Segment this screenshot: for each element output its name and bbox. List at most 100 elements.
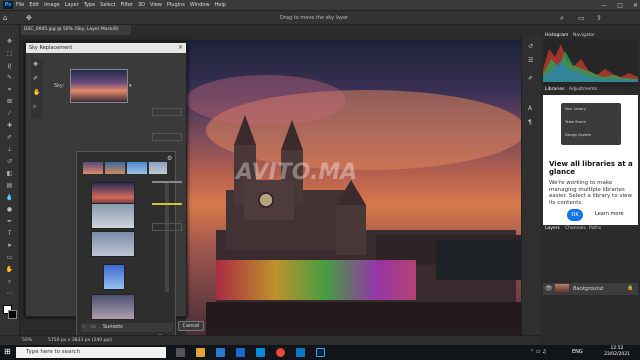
sky-preset[interactable]	[91, 203, 135, 229]
cancel-button[interactable]: Cancel	[178, 321, 204, 331]
sky-preset[interactable]	[103, 264, 125, 290]
pen-icon[interactable]: ✒	[4, 217, 15, 226]
menu-help[interactable]: Help	[215, 2, 226, 8]
sky-brush-icon[interactable]: ✐	[33, 75, 38, 82]
properties-icon[interactable]: ☰	[528, 57, 533, 64]
learn-more-link[interactable]: Learn more	[595, 211, 624, 217]
dodge-icon[interactable]: ●	[4, 205, 15, 214]
setting-field[interactable]	[152, 108, 182, 116]
dialog-close-icon[interactable]: ×	[178, 44, 183, 51]
chevron-right-icon[interactable]: ›	[83, 324, 85, 330]
sky-preset[interactable]	[91, 294, 135, 320]
setting-slider[interactable]	[152, 203, 182, 205]
zoom-icon[interactable]: ⌕	[33, 103, 36, 111]
background-color-swatch[interactable]	[8, 310, 17, 319]
stamp-icon[interactable]: ⊥	[4, 145, 15, 154]
folder-row[interactable]: › ▭ Sunsets	[81, 323, 173, 332]
zoom-icon[interactable]: ⌕	[4, 277, 15, 286]
menu-plugins[interactable]: Plugins	[167, 2, 185, 8]
gradient-icon[interactable]: ▤	[4, 181, 15, 190]
sky-preset[interactable]	[91, 231, 135, 257]
system-clock[interactable]: 12:52 23/02/2021	[604, 346, 630, 358]
edge-icon[interactable]	[236, 348, 245, 357]
menu-image[interactable]: Image	[44, 2, 60, 8]
store-icon[interactable]	[256, 348, 265, 357]
share-icon[interactable]: ⇪	[596, 14, 602, 22]
edit-toolbar-icon[interactable]: ⋯	[4, 289, 15, 298]
quick-select-icon[interactable]: ✎	[4, 73, 15, 82]
crop-icon[interactable]: ⌗	[4, 85, 15, 94]
menu-layer[interactable]: Layer	[65, 2, 79, 8]
file-explorer-icon[interactable]	[196, 348, 205, 357]
setting-slider[interactable]	[152, 181, 182, 183]
healing-icon[interactable]: ✚	[4, 121, 15, 130]
tray-icons[interactable]: ⌃ ▭ ♫	[530, 349, 547, 355]
image-canvas[interactable]: AVITO.MA	[186, 40, 541, 335]
path-select-icon[interactable]: ➤	[4, 241, 15, 250]
history-icon[interactable]: ↺	[528, 43, 533, 50]
taskbar-search-input[interactable]: Type here to search	[16, 347, 166, 358]
move-icon[interactable]: ✥	[4, 37, 15, 46]
mail-icon[interactable]	[216, 348, 225, 357]
maximize-button[interactable]: □	[617, 2, 623, 9]
tab-navigator[interactable]: Navigator	[573, 33, 595, 38]
sky-preset[interactable]	[83, 162, 103, 174]
history-brush-icon[interactable]: ↺	[4, 157, 15, 166]
brushes-icon[interactable]: ✐	[528, 75, 533, 82]
picker-scrollbar[interactable]	[165, 182, 169, 292]
brush-icon[interactable]: ✐	[4, 133, 15, 142]
tab-adjustments[interactable]: Adjustments	[569, 87, 597, 92]
sky-preset[interactable]	[149, 162, 167, 174]
hand-icon[interactable]: ✋	[4, 265, 15, 274]
blur-icon[interactable]: 💧	[4, 193, 15, 202]
chevron-down-icon[interactable]: ▾	[129, 83, 132, 89]
eraser-icon[interactable]: ◧	[4, 169, 15, 178]
menu-file[interactable]: File	[16, 2, 24, 8]
task-view-icon[interactable]	[176, 348, 185, 357]
tab-libraries[interactable]: Libraries	[545, 87, 564, 92]
menu-edit[interactable]: Edit	[29, 2, 39, 8]
windows-start-icon[interactable]: ⊞	[4, 347, 11, 356]
workspace-icon[interactable]: ▭	[578, 14, 585, 22]
document-tab[interactable]: DSC_0045.jpg @ 50% (Sky, Layer Mask/8)	[21, 25, 131, 35]
tab-layers[interactable]: Layers	[545, 226, 560, 231]
paragraph-icon[interactable]: ¶	[528, 119, 532, 126]
tab-channels[interactable]: Channels	[565, 226, 586, 231]
tab-histogram[interactable]: Histogram	[545, 33, 568, 38]
menu-view[interactable]: View	[150, 2, 162, 8]
hand-icon[interactable]: ✋	[33, 89, 40, 96]
shape-icon[interactable]: ▭	[4, 253, 15, 262]
vscode-icon[interactable]	[296, 348, 305, 357]
menu-filter[interactable]: Filter	[121, 2, 133, 8]
search-icon[interactable]: ⌕	[560, 14, 564, 23]
frame-icon[interactable]: ⊠	[4, 97, 15, 106]
lasso-icon[interactable]: ϱ	[4, 61, 15, 70]
eye-icon[interactable]: 👁	[545, 285, 553, 292]
menu-type[interactable]: Type	[84, 2, 95, 8]
eyedropper-icon[interactable]: ⁄	[4, 109, 15, 118]
ok-button[interactable]: OK	[567, 209, 583, 221]
photoshop-taskbar-icon[interactable]	[316, 348, 325, 357]
type-icon[interactable]: T	[4, 229, 15, 238]
setting-field[interactable]	[152, 223, 182, 231]
gear-icon[interactable]: ⚙	[167, 155, 172, 162]
move-sky-icon[interactable]: ✥	[33, 61, 38, 68]
close-button[interactable]: ✕	[633, 2, 638, 9]
setting-field[interactable]	[152, 133, 182, 141]
chrome-icon[interactable]	[276, 348, 285, 357]
layer-row[interactable]: 👁 Background 🔒	[543, 283, 638, 295]
sky-preset[interactable]	[127, 162, 147, 174]
sky-preview[interactable]	[70, 69, 128, 103]
zoom-level[interactable]: 50%	[22, 338, 32, 343]
menu-window[interactable]: Window	[190, 2, 210, 8]
character-icon[interactable]: A	[528, 105, 532, 112]
minimize-button[interactable]: —	[601, 2, 607, 9]
marquee-icon[interactable]: ⬚	[4, 49, 15, 58]
sky-preset[interactable]	[105, 162, 125, 174]
home-icon[interactable]: ⌂	[3, 14, 7, 22]
move-tool-icon[interactable]: ✥	[26, 14, 32, 22]
menu-3d[interactable]: 3D	[138, 2, 145, 8]
language-indicator[interactable]: ENG	[572, 349, 583, 355]
tab-paths[interactable]: Paths	[589, 226, 601, 231]
menu-select[interactable]: Select	[100, 2, 115, 8]
